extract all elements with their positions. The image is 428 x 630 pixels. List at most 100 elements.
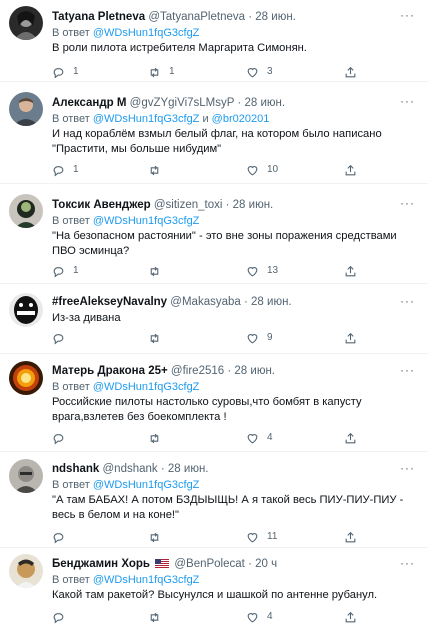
avatar[interactable] xyxy=(9,6,43,40)
like-button[interactable]: 3 xyxy=(246,64,273,80)
share-button[interactable] xyxy=(344,330,357,346)
mention-link[interactable]: @WDsHun1fqG3cfgZ xyxy=(93,215,200,227)
reply-button[interactable] xyxy=(52,430,73,446)
retweet-button[interactable] xyxy=(148,430,169,446)
author-handle[interactable]: @Makasyaba xyxy=(170,296,240,308)
separator-dot: · xyxy=(225,199,230,211)
share-button[interactable] xyxy=(344,529,357,545)
like-button[interactable]: 9 xyxy=(246,330,273,346)
timestamp[interactable]: 28 июн. xyxy=(251,296,292,308)
like-button[interactable]: 4 xyxy=(246,430,273,446)
reply-prefix: В ответ xyxy=(52,27,93,39)
author-handle[interactable]: @gvZYgiVi7sLMsyP xyxy=(130,97,235,109)
mention-link[interactable]: @WDsHun1fqG3cfgZ xyxy=(93,479,200,491)
action-bar: 4 xyxy=(52,609,408,625)
timestamp[interactable]: 20 ч xyxy=(255,558,277,570)
author-name[interactable]: Бенджамин Хорь xyxy=(52,558,150,570)
share-button[interactable] xyxy=(344,162,357,178)
avatar[interactable] xyxy=(9,459,43,493)
action-bar: 9 xyxy=(52,330,408,346)
share-button[interactable] xyxy=(344,263,357,279)
mention-link[interactable]: @WDsHun1fqG3cfgZ xyxy=(93,113,200,125)
reply-button[interactable]: 1 xyxy=(52,64,79,80)
timestamp[interactable]: 28 июн. xyxy=(244,97,285,109)
reply-icon xyxy=(53,532,64,544)
retweet-icon xyxy=(150,165,159,175)
reply-prefix: В ответ xyxy=(52,381,93,393)
timestamp[interactable]: 28 июн. xyxy=(168,463,209,475)
retweet-button[interactable] xyxy=(148,529,169,545)
like-count: 13 xyxy=(267,265,279,276)
tweet[interactable]: ··· Бенджамин Хорь @BenPolecat · 20 ч В … xyxy=(0,548,428,630)
tweet[interactable]: ··· Матерь Дракона 25+ @fire2516 · 28 ию… xyxy=(0,354,428,452)
like-count: 3 xyxy=(267,66,273,77)
reply-button[interactable] xyxy=(52,330,73,346)
action-bar: 11 xyxy=(52,529,408,545)
author-handle[interactable]: @fire2516 xyxy=(171,365,224,377)
tweet[interactable]: ··· #freeAlekseyNavalny @Makasyaba · 28 … xyxy=(0,284,428,354)
separator-dot: · xyxy=(248,558,252,570)
share-button[interactable] xyxy=(344,430,357,446)
author-name[interactable]: Tatyana Pletneva xyxy=(52,11,145,23)
mention-link[interactable]: @br020201 xyxy=(212,113,270,125)
retweet-icon xyxy=(150,433,159,443)
mention-link[interactable]: @WDsHun1fqG3cfgZ xyxy=(93,574,200,586)
tweet[interactable]: ··· Александр М @gvZYgiVi7sLMsyP · 28 ию… xyxy=(0,82,428,184)
tweet[interactable]: ··· Токсик Авенджер @sitizen_toxi · 28 и… xyxy=(0,184,428,284)
reply-button[interactable]: 1 xyxy=(52,162,79,178)
reply-context: В ответ @WDsHun1fqG3cfgZ xyxy=(52,478,418,493)
author-name[interactable]: Токсик Авенджер xyxy=(52,199,151,211)
reply-button[interactable] xyxy=(52,609,73,625)
reply-context: В ответ @WDsHun1fqG3cfgZ xyxy=(52,380,418,395)
reply-context: В ответ @WDsHun1fqG3cfgZ xyxy=(52,573,418,588)
share-button[interactable] xyxy=(344,64,357,80)
author-name[interactable]: Александр М xyxy=(52,97,126,109)
author-handle[interactable]: @sitizen_toxi xyxy=(154,199,223,211)
like-count: 9 xyxy=(267,332,273,343)
reply-button[interactable]: 1 xyxy=(52,263,79,279)
share-icon xyxy=(345,332,356,343)
like-count: 4 xyxy=(267,432,273,443)
retweet-button[interactable] xyxy=(148,330,169,346)
action-bar: 1 1 3 xyxy=(52,64,408,80)
like-icon xyxy=(247,612,258,622)
author-handle[interactable]: @ndshank xyxy=(103,463,158,475)
avatar[interactable] xyxy=(9,554,43,588)
mention-link[interactable]: @WDsHun1fqG3cfgZ xyxy=(93,381,200,393)
avatar[interactable] xyxy=(9,361,43,395)
author-name[interactable]: ndshank xyxy=(52,463,99,475)
action-bar: 4 xyxy=(52,430,408,446)
like-button[interactable]: 10 xyxy=(246,162,278,178)
timestamp[interactable]: 28 июн. xyxy=(233,199,274,211)
share-icon xyxy=(345,432,356,443)
avatar[interactable] xyxy=(9,293,43,327)
action-bar: 1 13 xyxy=(52,263,408,279)
timestamp[interactable]: 28 июн. xyxy=(234,365,275,377)
avatar[interactable] xyxy=(9,194,43,228)
tweet-text: Из-за дивана xyxy=(52,312,121,324)
us-flag-icon xyxy=(155,559,170,568)
tweet-text: И над кораблём взмыл белый флаг, на кото… xyxy=(52,128,382,155)
tweet[interactable]: ··· ndshank @ndshank · 28 июн. В ответ @… xyxy=(0,452,428,548)
retweet-button[interactable] xyxy=(148,609,169,625)
separator-dot: · xyxy=(160,463,165,475)
author-name[interactable]: #freeAlekseyNavalny xyxy=(52,296,167,308)
tweet[interactable]: ··· Tatyana Pletneva @TatyanaPletneva · … xyxy=(0,0,428,82)
mention-link[interactable]: @WDsHun1fqG3cfgZ xyxy=(93,27,200,39)
like-button[interactable]: 11 xyxy=(246,529,277,545)
retweet-button[interactable] xyxy=(148,263,169,279)
like-button[interactable]: 4 xyxy=(246,609,273,625)
author-handle[interactable]: @TatyanaPletneva xyxy=(148,11,245,23)
like-button[interactable]: 13 xyxy=(246,263,278,279)
retweet-icon xyxy=(150,532,159,542)
author-name[interactable]: Матерь Дракона 25+ xyxy=(52,365,168,377)
like-count: 11 xyxy=(267,531,278,542)
reply-button[interactable] xyxy=(52,529,73,545)
author-handle[interactable]: @BenPolecat xyxy=(174,558,245,570)
reply-icon xyxy=(53,612,64,624)
retweet-button[interactable] xyxy=(148,162,169,178)
avatar[interactable] xyxy=(9,92,43,126)
retweet-button[interactable]: 1 xyxy=(148,64,175,80)
share-button[interactable] xyxy=(344,609,357,625)
timestamp[interactable]: 28 июн. xyxy=(255,11,296,23)
